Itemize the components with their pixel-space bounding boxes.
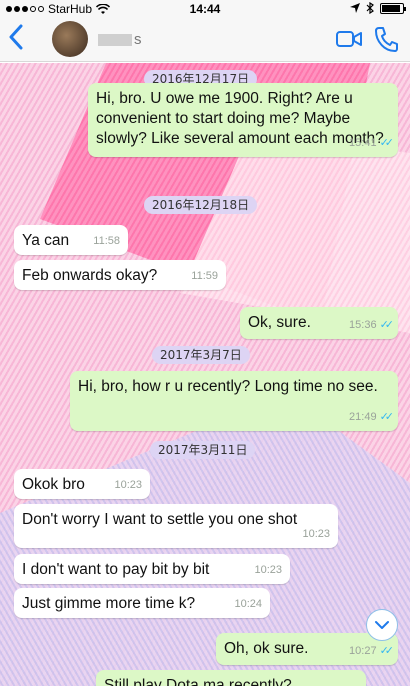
message-text: Still play Dota ma recently? [104,677,292,686]
message-meta: 10:23 [254,560,282,580]
contact-avatar[interactable] [52,21,88,57]
message-bubble-outgoing[interactable]: Hi, bro. U owe me 1900. Right? Are u con… [88,83,398,157]
message-meta: 10:24 [234,594,262,614]
message-time: 10:23 [302,528,330,540]
phone-icon [375,27,398,52]
message-bubble-outgoing[interactable]: Oh, ok sure. 10:27 ✓✓ [216,633,398,665]
double-check-icon: ✓✓ [379,319,395,331]
clock: 14:44 [189,2,221,16]
message-text: Ok, sure. [248,314,311,331]
message-text: Okok bro [22,476,85,493]
chat-area[interactable]: 2016年12月17日 Hi, bro. U owe me 1900. Righ… [0,63,410,686]
message-bubble-outgoing[interactable]: Still play Dota ma recently? [96,670,366,686]
message-text: Hi, bro. U owe me 1900. Right? Are u con… [96,90,384,147]
message-meta: 11:59 11:58 [93,231,120,251]
scroll-to-bottom-button[interactable] [366,609,398,641]
message-meta: 10:23 [302,524,330,544]
double-check-icon: ✓✓ [379,137,395,149]
battery-icon [380,2,406,14]
message-bubble-outgoing[interactable]: Hi, bro, how r u recently? Long time no … [70,371,398,431]
date-divider: 2017年3月7日 [152,346,250,364]
chevron-left-icon [9,24,23,50]
double-check-icon: ✓✓ [379,645,395,657]
message-time: 10:23 [114,479,142,491]
message-time: 10:27 [349,645,377,657]
redacted-name-block [98,34,132,47]
message-text: I don't want to pay bit by bit [22,561,210,578]
message-meta: 10:27 ✓✓ [349,641,395,661]
message-meta: 15:36 ✓✓ [349,315,395,335]
date-divider: 2016年12月18日 [144,196,258,214]
message-text: Hi, bro, how r u recently? Long time no … [78,378,378,395]
message-bubble-incoming[interactable]: Okok bro 10:23 [14,469,150,499]
message-text: Feb onwards okay? [22,267,158,284]
message-time: 11:59 [191,270,218,282]
message-bubble-incoming[interactable]: Ya can 11:59 11:58 [14,225,128,255]
message-meta: 10:23 [114,475,142,495]
location-arrow-icon [350,3,360,13]
message-bubble-incoming[interactable]: Don't worry I want to settle you one sho… [14,504,338,548]
double-check-icon: ✓✓ [379,411,395,423]
message-bubble-outgoing[interactable]: Ok, sure. 15:36 ✓✓ [240,307,398,339]
message-text: Oh, ok sure. [224,640,309,657]
message-text: Ya can [22,232,70,249]
message-time: 15:36 [349,319,377,331]
message-bubble-incoming[interactable]: Just gimme more time k? 10:24 [14,588,270,618]
status-right [350,2,406,14]
message-time: 10:24 [234,598,262,610]
message-meta: 15:41 ✓✓ [349,133,395,153]
message-time: 15:41 [349,137,377,149]
battery-level [382,4,400,12]
message-text: Just gimme more time k? [22,595,196,612]
chat-header: s [0,18,410,62]
status-bar: StarHub 14:44 [0,0,410,18]
message-bubble-incoming[interactable]: Feb onwards okay? 11:59 [14,260,226,290]
chevron-down-icon [375,621,389,629]
back-button[interactable] [8,24,24,56]
video-call-button[interactable] [336,30,362,53]
message-time: 10:23 [254,564,282,576]
message-time: 11:58 [93,235,120,247]
contact-name[interactable]: s [98,31,142,48]
message-text: Don't worry I want to settle you one sho… [22,511,298,528]
message-time: 21:49 [349,411,377,423]
video-camera-icon [336,31,362,47]
bluetooth-icon [366,2,374,14]
voice-call-button[interactable] [374,26,398,57]
message-bubble-incoming[interactable]: I don't want to pay bit by bit 10:23 [14,554,290,584]
date-divider: 2017年3月11日 [150,441,256,459]
message-meta: 21:49 ✓✓ [349,407,395,427]
message-meta: 11:59 [191,266,218,286]
